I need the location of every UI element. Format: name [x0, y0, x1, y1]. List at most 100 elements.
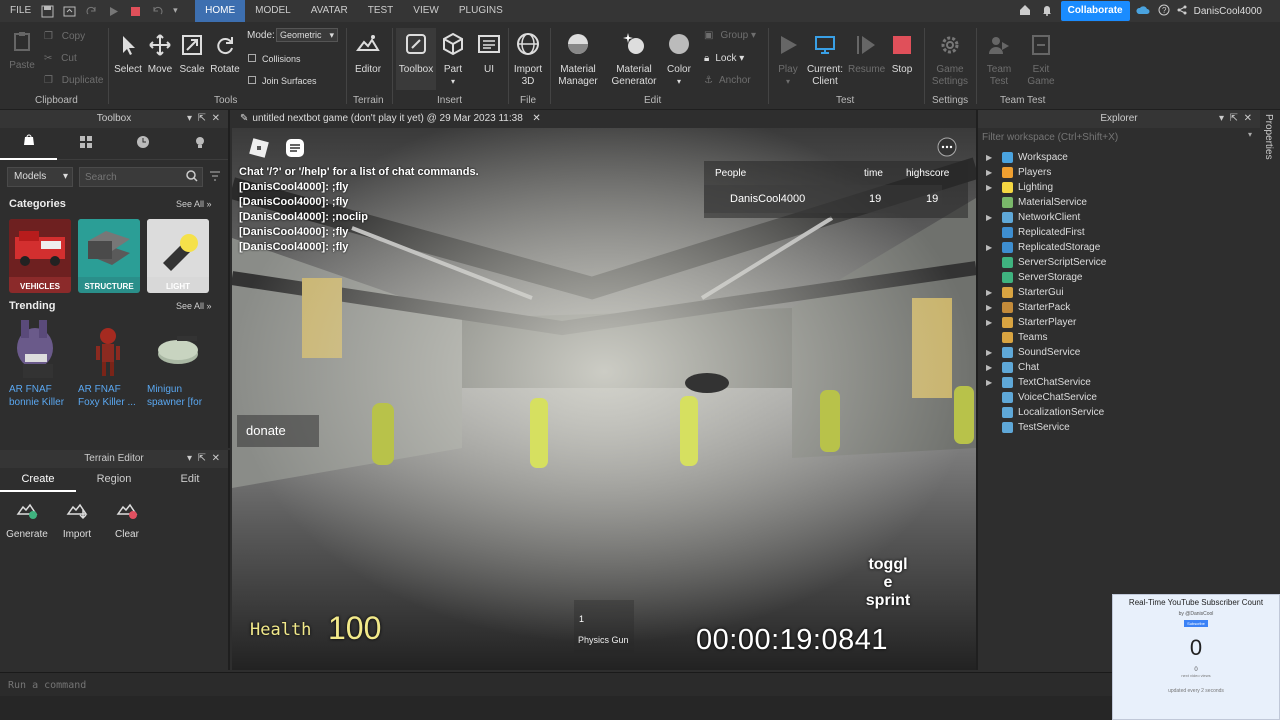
undock-icon[interactable]: ⇱ — [1230, 110, 1238, 128]
share-icon[interactable] — [1176, 4, 1188, 19]
overlay-subscribe-button[interactable]: Subscribe — [1184, 620, 1208, 627]
properties-side-tab[interactable]: Properties — [1260, 110, 1280, 670]
color-button[interactable]: Color ▾ — [664, 32, 694, 88]
expand-arrow-icon[interactable]: ▶ — [986, 315, 992, 330]
terrain-editor-button[interactable]: Editor — [352, 32, 384, 76]
explorer-item[interactable]: ▶ Players — [978, 165, 1260, 180]
explorer-item[interactable]: ▶ TextChatService — [978, 375, 1260, 390]
tab-create[interactable]: Create — [0, 468, 76, 492]
material-manager-button[interactable]: Material Manager — [556, 32, 600, 88]
category-light[interactable]: LIGHT — [147, 219, 209, 293]
tab-view[interactable]: VIEW — [403, 0, 449, 22]
search-icon[interactable] — [186, 170, 198, 185]
explorer-item[interactable]: ServerStorage — [978, 270, 1260, 285]
toggle-sprint-button[interactable]: toggl e sprint — [856, 556, 920, 610]
roblox-menu-icon[interactable] — [248, 137, 270, 159]
resume-button[interactable]: Resume — [848, 34, 885, 76]
import-3d-button[interactable]: Import 3D — [512, 32, 544, 88]
filter-icon[interactable] — [209, 170, 221, 185]
toolbox-button[interactable]: Toolbox — [398, 32, 434, 76]
file-menu[interactable]: FILE — [0, 0, 41, 22]
tab-marketplace[interactable] — [57, 136, 114, 151]
tab-plugins[interactable]: PLUGINS — [449, 0, 513, 22]
part-dropdown-icon[interactable]: ▾ — [451, 77, 455, 86]
tab-recent[interactable] — [114, 136, 171, 151]
explorer-item[interactable]: MaterialService — [978, 195, 1260, 210]
material-generator-button[interactable]: Material Generator — [610, 32, 658, 88]
expand-arrow-icon[interactable]: ▶ — [986, 210, 992, 225]
expand-arrow-icon[interactable]: ▶ — [986, 300, 992, 315]
expand-arrow-icon[interactable]: ▶ — [986, 285, 992, 300]
document-tab[interactable]: ✎ untitled nextbot game (don't play it ye… — [240, 110, 543, 128]
expand-arrow-icon[interactable]: ▶ — [986, 180, 992, 195]
chevron-down-icon[interactable]: ▾ — [187, 450, 192, 468]
import-button[interactable]: Import — [54, 500, 100, 540]
mode-dropdown[interactable]: Geometric ▾ — [276, 28, 338, 42]
rotate-tool-button[interactable]: Rotate — [210, 34, 240, 76]
join-surfaces-toggle[interactable]: Join Surfaces — [248, 75, 317, 87]
explorer-item[interactable]: ▶ NetworkClient — [978, 210, 1260, 225]
scale-tool-button[interactable]: Scale — [178, 34, 206, 76]
stop-button[interactable]: Stop — [888, 34, 916, 76]
home-icon[interactable] — [1019, 4, 1031, 19]
close-icon[interactable]: ✕ — [1244, 110, 1252, 128]
tab-avatar[interactable]: AVATAR — [301, 0, 358, 22]
categories-see-all-link[interactable]: See All » — [176, 199, 212, 209]
tab-test[interactable]: TEST — [358, 0, 404, 22]
explorer-item[interactable]: ▶ SoundService — [978, 345, 1260, 360]
redo-icon[interactable] — [85, 5, 98, 18]
explorer-item[interactable]: ▶ StarterPack — [978, 300, 1260, 315]
collaborate-button[interactable]: Collaborate — [1060, 1, 1130, 21]
trending-see-all-link[interactable]: See All » — [176, 301, 212, 311]
toolbox-search-box[interactable] — [79, 167, 203, 187]
tab-model[interactable]: MODEL — [245, 0, 301, 22]
undock-icon[interactable]: ⇱ — [198, 450, 206, 468]
leaderboard-row[interactable]: DanisCool4000 19 19 — [704, 185, 942, 213]
join-surfaces-checkbox[interactable] — [248, 76, 256, 84]
expand-arrow-icon[interactable]: ▶ — [986, 240, 992, 255]
tab-edit[interactable]: Edit — [152, 468, 228, 492]
cut-button[interactable]: ✂ Cut — [44, 53, 77, 65]
close-tab-icon[interactable]: ✕ — [532, 110, 540, 128]
chevron-down-icon[interactable]: ▾ — [187, 110, 192, 128]
expand-arrow-icon[interactable]: ▶ — [986, 360, 992, 375]
explorer-filter-input[interactable] — [982, 129, 1244, 145]
models-dropdown[interactable]: Models ▾ — [7, 167, 73, 187]
trending-item[interactable]: AR FNAF Foxy Killer ... — [78, 318, 140, 409]
expand-arrow-icon[interactable]: ▶ — [986, 375, 992, 390]
undo-icon[interactable] — [151, 5, 164, 18]
group-button[interactable]: ▣ Group ▾ — [704, 30, 756, 42]
select-tool-button[interactable]: Select — [114, 34, 142, 76]
category-structure[interactable]: STRUCTURE — [78, 219, 140, 293]
undock-icon[interactable]: ⇱ — [198, 110, 206, 128]
ui-button[interactable]: UI — [476, 32, 502, 76]
team-test-button[interactable]: Team Test — [982, 34, 1016, 88]
move-tool-button[interactable]: Move — [146, 34, 174, 76]
explorer-item[interactable]: LocalizationService — [978, 405, 1260, 420]
clear-button[interactable]: Clear — [104, 500, 150, 540]
collisions-toggle[interactable]: Collisions — [248, 53, 301, 65]
username-label[interactable]: DanisCool4000 — [1194, 6, 1262, 17]
more-quick-icon[interactable]: ▾ — [173, 5, 186, 18]
generate-button[interactable]: Generate — [4, 500, 50, 540]
explorer-item[interactable]: VoiceChatService — [978, 390, 1260, 405]
hotbar-slot[interactable]: 1 Physics Gun — [574, 600, 634, 658]
play-quick-icon[interactable] — [107, 5, 120, 18]
category-vehicles[interactable]: VEHICLES — [9, 219, 71, 293]
explorer-item[interactable]: ServerScriptService — [978, 255, 1260, 270]
lock-button[interactable]: 🔒︎ Lock ▾ — [704, 53, 744, 65]
explorer-item[interactable]: ▶ Lighting — [978, 180, 1260, 195]
exit-game-button[interactable]: Exit Game — [1024, 34, 1058, 88]
close-icon[interactable]: ✕ — [212, 450, 220, 468]
cloud-icon[interactable] — [1136, 5, 1150, 18]
explorer-item[interactable]: ▶ ReplicatedStorage — [978, 240, 1260, 255]
more-options-icon[interactable] — [935, 137, 959, 157]
current-client-button[interactable]: Current: Client — [804, 34, 846, 88]
explorer-item[interactable]: ReplicatedFirst — [978, 225, 1260, 240]
donate-button[interactable]: donate — [237, 415, 319, 447]
game-viewport[interactable]: Chat '/?' or '/help' for a list of chat … — [232, 128, 976, 670]
tab-region[interactable]: Region — [76, 468, 152, 492]
save-icon[interactable] — [41, 5, 54, 18]
collisions-checkbox[interactable] — [248, 54, 256, 62]
close-icon[interactable]: ✕ — [212, 110, 220, 128]
